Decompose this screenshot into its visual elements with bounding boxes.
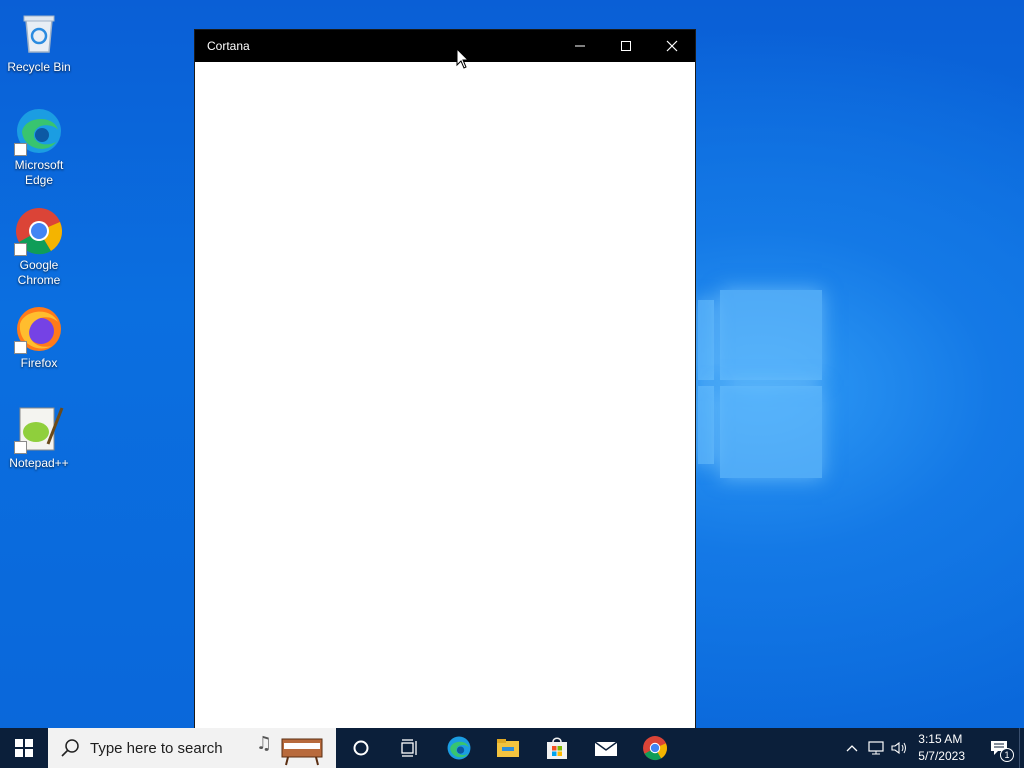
mouse-cursor-icon [456,48,470,69]
microsoft-store-icon [546,737,567,759]
wallpaper-windows-logo [690,288,825,480]
search-icon [61,739,79,757]
search-highlight-piano-icon: ♫ [256,733,323,766]
window-content [195,62,695,728]
firefox-icon [14,304,64,354]
desktop-icon-label: Recycle Bin [7,60,71,74]
start-button[interactable] [0,728,48,768]
file-explorer-button[interactable] [483,728,532,768]
cortana-window[interactable]: Cortana [194,29,696,729]
edge-icon [447,736,470,760]
recycle-bin-icon [14,8,64,58]
network-icon [868,741,884,755]
edge-icon [14,106,64,156]
volume-button[interactable] [888,728,912,768]
desktop-icon-recycle-bin[interactable]: Recycle Bin [1,8,77,75]
window-titlebar[interactable]: Cortana [195,30,695,62]
cortana-taskbar-button[interactable] [336,728,385,768]
maximize-button[interactable] [603,30,649,62]
chevron-up-icon [846,745,858,752]
volume-icon [891,741,907,755]
desktop-icon-edge[interactable]: Microsoft Edge [1,106,77,188]
cortana-icon [353,740,368,756]
taskbar-search-box[interactable]: Type here to search ♫ [48,728,336,768]
task-view-icon [400,739,417,757]
close-icon [666,40,678,52]
taskbar: Type here to search ♫ 3:15 AM 5/7/2023 1 [0,728,1024,768]
task-view-button[interactable] [385,728,434,768]
chrome-icon [14,206,64,256]
file-explorer-icon [496,739,519,757]
desktop-icon-label: Microsoft Edge [14,158,64,187]
network-button[interactable] [864,728,888,768]
notepad-plus-plus-icon [14,404,64,454]
desktop-icon-chrome[interactable]: Google Chrome [1,206,77,288]
search-placeholder: Type here to search [90,739,223,757]
desktop-icon-label: Firefox [20,356,58,370]
shortcut-arrow-icon [14,243,27,256]
shortcut-arrow-icon [14,441,27,454]
microsoft-store-button[interactable] [532,728,581,768]
action-center-button[interactable]: 1 [979,728,1019,768]
window-title: Cortana [207,39,250,53]
maximize-icon [621,41,631,51]
chrome-icon [642,736,667,761]
minimize-button[interactable] [557,30,603,62]
show-desktop-button[interactable] [1019,728,1024,768]
clock-date: 5/7/2023 [918,749,965,763]
clock-time: 3:15 AM [918,732,963,746]
desktop-icon-notepad-plus-plus[interactable]: Notepad++ [1,404,77,471]
system-tray: 3:15 AM 5/7/2023 1 [840,728,1024,768]
svg-text:♫: ♫ [256,733,272,754]
desktop-icon-label: Notepad++ [9,456,69,470]
edge-taskbar-button[interactable] [434,728,483,768]
clock-button[interactable]: 3:15 AM 5/7/2023 [912,731,979,765]
windows-start-icon [15,739,33,757]
desktop-icon-label: Google Chrome [17,258,61,287]
shortcut-arrow-icon [14,143,27,156]
shortcut-arrow-icon [14,341,27,354]
show-hidden-icons-button[interactable] [840,728,864,768]
close-button[interactable] [649,30,695,62]
mail-icon [594,741,617,756]
chrome-taskbar-button[interactable] [630,728,679,768]
mail-button[interactable] [581,728,630,768]
minimize-icon [575,45,585,47]
desktop-icon-firefox[interactable]: Firefox [1,304,77,371]
notification-count-badge: 1 [1000,748,1014,762]
